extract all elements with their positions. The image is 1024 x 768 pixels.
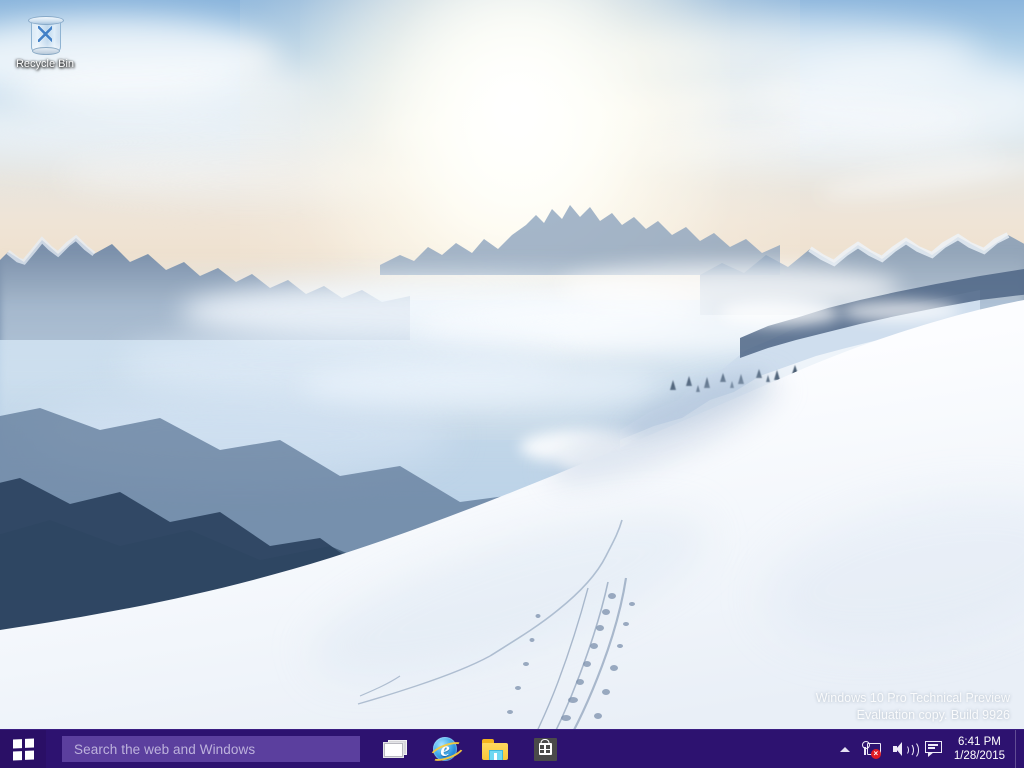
show-desktop-button[interactable]	[1015, 730, 1022, 768]
show-hidden-icons-button[interactable]	[834, 730, 856, 768]
wallpaper-snow-tracks	[240, 500, 690, 768]
notification-icon	[925, 741, 942, 757]
search-input[interactable]: Search the web and Windows	[62, 736, 360, 762]
desktop-wallpaper	[0, 0, 1024, 768]
windows-logo-icon	[13, 738, 34, 760]
tray-network-button[interactable]: ×	[856, 730, 887, 768]
recycle-bin-icon	[25, 12, 65, 56]
start-button[interactable]	[0, 730, 46, 768]
clock-date: 1/28/2015	[954, 749, 1005, 763]
taskbar-spacer	[566, 730, 834, 768]
taskbar-button-internet-explorer[interactable]: e	[424, 730, 466, 768]
network-icon: ×	[862, 741, 881, 758]
desktop[interactable]: Recycle Bin Windows 10 Pro Technical Pre…	[0, 0, 1024, 768]
internet-explorer-icon: e	[433, 737, 457, 761]
desktop-icon-recycle-bin[interactable]: Recycle Bin	[8, 8, 82, 71]
tray-action-center-button[interactable]	[919, 730, 948, 768]
taskbar-button-task-view[interactable]	[374, 730, 416, 768]
taskbar-button-store[interactable]	[524, 730, 566, 768]
search-placeholder-text: Search the web and Windows	[62, 742, 255, 757]
taskbar[interactable]: Search the web and Windows e	[0, 729, 1024, 768]
desktop-icon-label: Recycle Bin	[8, 58, 82, 71]
tray-volume-button[interactable]	[887, 730, 919, 768]
network-error-badge: ×	[871, 749, 881, 759]
taskbar-clock[interactable]: 6:41 PM 1/28/2015	[948, 730, 1015, 768]
chevron-up-icon	[840, 747, 850, 752]
system-tray[interactable]: × 6	[834, 730, 1024, 768]
task-view-icon	[383, 740, 407, 758]
folder-icon	[482, 739, 508, 760]
clock-time: 6:41 PM	[958, 735, 1001, 749]
taskbar-button-file-explorer[interactable]	[474, 730, 516, 768]
speaker-icon	[893, 741, 913, 757]
shopping-bag-icon	[534, 738, 557, 761]
